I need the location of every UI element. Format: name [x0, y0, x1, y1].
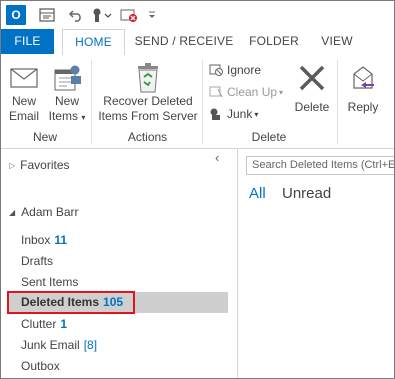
folder-name: Outbox [21, 359, 60, 373]
quick-access-toolbar: O [1, 1, 394, 29]
group-label-delete: Delete [251, 130, 287, 144]
group-label-new: New [32, 130, 57, 144]
favorites-header[interactable]: ▷ Favorites [9, 158, 70, 172]
account-name: Adam Barr [21, 205, 79, 219]
recover-label-1: Recover Deleted [103, 94, 193, 108]
recover-deleted-items-button[interactable]: Recover Deleted Items From Server [96, 62, 200, 124]
recover-label-2: Items From Server [98, 109, 198, 123]
folder-drafts[interactable]: Drafts [21, 251, 53, 271]
folder-name: Drafts [21, 254, 54, 268]
reply-icon [341, 62, 385, 94]
junk-icon [210, 108, 220, 120]
item-count: [8] [83, 338, 98, 352]
send-receive-all-icon[interactable] [37, 5, 57, 25]
ignore-label: Ignore [227, 63, 262, 77]
new-items-label-text: Items [48, 109, 78, 123]
customize-qat-icon[interactable] [145, 5, 159, 25]
new-items-button[interactable]: New Items ▾ [46, 62, 88, 125]
undo-icon[interactable] [67, 5, 85, 25]
filter-unread[interactable]: Unread [282, 185, 331, 202]
delete-folder-icon[interactable] [119, 5, 139, 25]
filter-all[interactable]: All [249, 185, 266, 202]
tab-file[interactable]: FILE [1, 29, 54, 54]
new-email-label-2: Email [8, 109, 39, 123]
unread-count: 1 [60, 317, 68, 331]
folder-name: Clutter [21, 317, 57, 331]
pane-divider[interactable] [237, 149, 238, 378]
ribbon-home: New Email New Items ▾ New Recover Delete… [1, 54, 394, 149]
new-email-icon [4, 62, 44, 94]
account-header[interactable]: ◢ Adam Barr [9, 205, 79, 219]
folder-name: Inbox [21, 233, 51, 247]
folder-junk-email[interactable]: Junk Email [8] [21, 335, 97, 355]
touch-mode-icon[interactable] [89, 5, 113, 25]
clean-up-label: Clean Up [227, 85, 278, 99]
unread-count: 11 [54, 233, 68, 247]
group-separator [337, 60, 338, 144]
collapse-pane-icon[interactable]: ‹ [215, 150, 219, 165]
delete-button[interactable]: Delete [289, 62, 335, 115]
folder-name: Junk Email [21, 338, 80, 352]
folder-outbox[interactable]: Outbox [21, 356, 60, 376]
junk-button[interactable]: Junk ▾ [208, 104, 258, 124]
clean-up-dropdown-icon: ▾ [279, 87, 284, 97]
favorites-label: Favorites [20, 158, 70, 172]
search-input[interactable]: Search Deleted Items (Ctrl+E) [246, 156, 394, 175]
reply-button[interactable]: Reply [341, 62, 385, 115]
new-items-icon [46, 62, 88, 94]
ignore-icon [209, 64, 223, 76]
delete-label: Delete [294, 100, 330, 114]
folder-name: Sent Items [21, 275, 79, 289]
collapse-triangle-icon: ◢ [9, 207, 16, 217]
folder-inbox[interactable]: Inbox 11 [21, 230, 67, 250]
folder-clutter[interactable]: Clutter 1 [21, 314, 67, 334]
ignore-button[interactable]: Ignore [208, 60, 261, 80]
new-items-label-1: New [54, 94, 79, 108]
junk-dropdown-icon: ▾ [254, 109, 259, 119]
outlook-app-letter: O [11, 8, 21, 22]
tab-folder[interactable]: FOLDER [244, 29, 304, 54]
tab-view[interactable]: VIEW [314, 29, 360, 54]
reply-label: Reply [347, 100, 379, 114]
tab-home[interactable]: HOME [62, 29, 125, 55]
junk-label: Junk [227, 107, 253, 121]
outlook-window: O FILE HOME SEND / RECEIVE FOLDER VIEW N… [0, 0, 395, 379]
new-items-dropdown-icon: ▾ [81, 113, 86, 122]
group-label-actions: Actions [127, 130, 168, 144]
new-items-label-2: Items ▾ [46, 109, 88, 125]
recycle-bin-icon [96, 62, 200, 94]
delete-x-icon [289, 62, 335, 94]
ribbon-tabs: FILE HOME SEND / RECEIVE FOLDER VIEW [1, 29, 394, 55]
outlook-app-icon[interactable]: O [6, 5, 26, 25]
clean-up-icon [209, 86, 223, 98]
expand-triangle-icon: ▷ [9, 160, 16, 170]
tab-send-receive[interactable]: SEND / RECEIVE [134, 29, 234, 54]
highlight-annotation-box [7, 291, 135, 314]
new-email-label-1: New [11, 94, 36, 108]
clean-up-button[interactable]: Clean Up ▾ [208, 82, 283, 102]
new-email-button[interactable]: New Email [4, 62, 44, 124]
folder-sent-items[interactable]: Sent Items [21, 272, 78, 292]
